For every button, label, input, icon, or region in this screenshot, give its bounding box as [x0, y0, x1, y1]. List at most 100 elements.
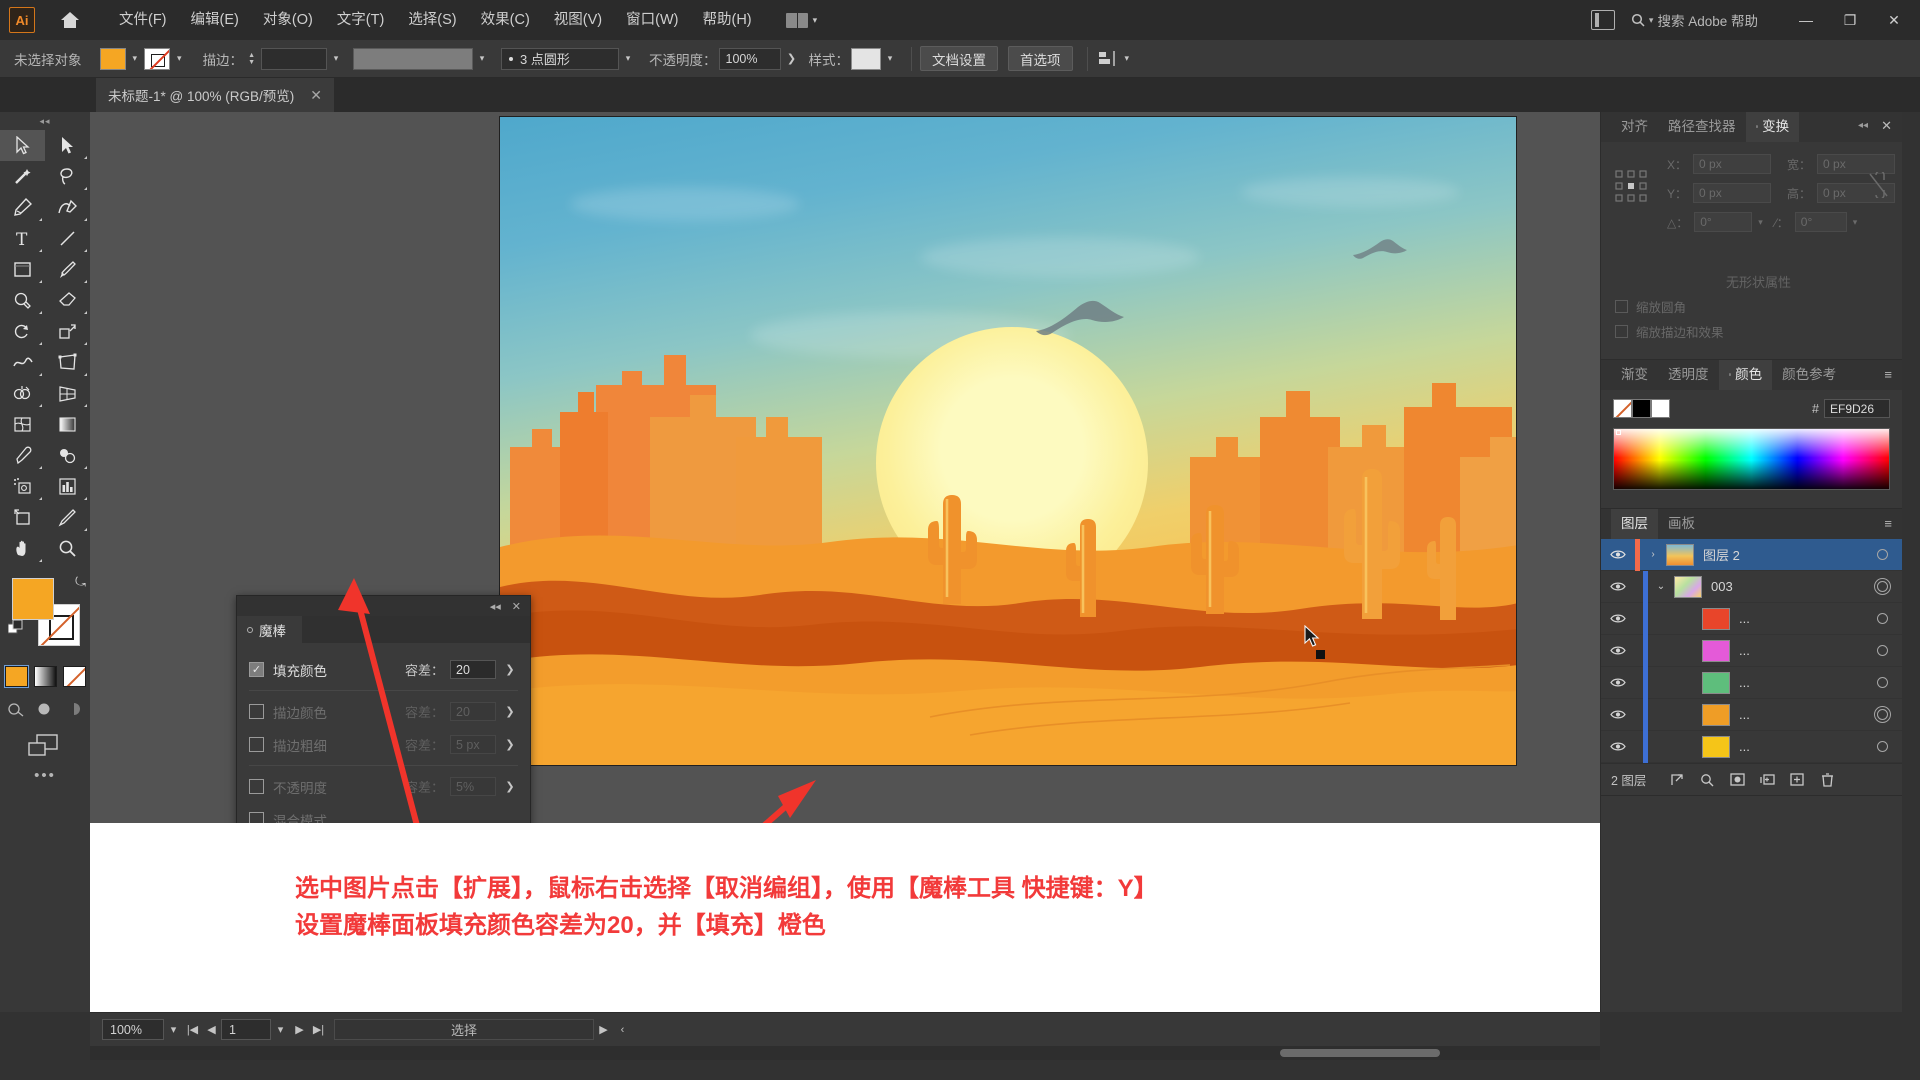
paintbrush-tool[interactable]: [45, 254, 90, 285]
mesh-tool[interactable]: [0, 409, 45, 440]
visibility-icon[interactable]: [1601, 677, 1635, 688]
new-layer-icon[interactable]: [1782, 766, 1812, 794]
scale-corners-option[interactable]: 缩放圆角: [1615, 297, 1902, 316]
tolerance-expand-icon[interactable]: ❯: [502, 660, 518, 679]
option-fill-color[interactable]: ✓ 填充颜色 容差： 20 ❯: [237, 653, 530, 686]
opacity-input[interactable]: 100%: [718, 47, 781, 70]
document-setup-button[interactable]: 文档设置: [920, 46, 998, 71]
curvature-tool[interactable]: [45, 192, 90, 223]
status-expand-icon[interactable]: ▶: [594, 1019, 613, 1040]
chevron-down-icon[interactable]: ▾: [133, 53, 138, 64]
rectangle-tool[interactable]: [0, 254, 45, 285]
layer-name[interactable]: 图层 2: [1703, 545, 1740, 564]
layer-row-4[interactable]: ...: [1601, 666, 1902, 699]
search-icon[interactable]: [1692, 766, 1722, 794]
menu-file[interactable]: 文件(F): [107, 0, 179, 40]
tab-layers[interactable]: 图层: [1611, 509, 1658, 539]
magic-wand-tab[interactable]: 魔棒: [237, 616, 302, 643]
minimize-button[interactable]: —: [1784, 0, 1828, 40]
make-mask-icon[interactable]: [1722, 766, 1752, 794]
option-stroke-weight[interactable]: 描边粗细 容差： 5 px ❯: [237, 728, 530, 761]
screen-mode-button[interactable]: [0, 732, 90, 762]
pen-tool[interactable]: [0, 192, 45, 223]
brush-definition[interactable]: 3 点圆形 ▾: [501, 47, 637, 70]
chevron-down-icon[interactable]: ▾: [619, 48, 637, 70]
preferences-button[interactable]: 首选项: [1008, 46, 1073, 71]
fill-swatch-group[interactable]: ▾ ▾: [99, 47, 189, 70]
stroke-weight-checkbox[interactable]: [249, 737, 264, 752]
chevron-down-icon[interactable]: ▾: [271, 1019, 290, 1040]
menu-type[interactable]: 文字(T): [325, 0, 397, 40]
symbol-sprayer-tool[interactable]: [0, 471, 45, 502]
gradient-tool[interactable]: [45, 409, 90, 440]
hex-input[interactable]: EF9D26: [1824, 399, 1890, 418]
target-indicator[interactable]: [1877, 677, 1888, 688]
lasso-tool[interactable]: [45, 161, 90, 192]
shear-input[interactable]: 0°: [1794, 212, 1847, 232]
panel-toggle-icon[interactable]: [1590, 10, 1615, 30]
chevron-down-icon[interactable]: ▾: [1125, 53, 1130, 64]
stroke-weight-value[interactable]: [261, 47, 327, 70]
align-options-icon[interactable]: [1096, 50, 1118, 68]
color-mode-button[interactable]: [3, 665, 29, 688]
panel-menu-icon[interactable]: ≡: [1884, 516, 1892, 531]
draw-normal-icon[interactable]: [6, 700, 27, 719]
toolbar-grip[interactable]: ◂◂: [0, 112, 90, 130]
close-button[interactable]: ✕: [1872, 0, 1916, 40]
target-indicator[interactable]: [1877, 581, 1888, 592]
tab-artboards[interactable]: 画板: [1658, 509, 1705, 539]
menu-view[interactable]: 视图(V): [542, 0, 614, 40]
layer-name[interactable]: ...: [1739, 675, 1750, 690]
graphic-style-picker[interactable]: ▾: [851, 47, 899, 70]
none-swatch[interactable]: [1613, 399, 1632, 418]
fill-color-checkbox[interactable]: ✓: [249, 662, 264, 677]
link-wh-icon[interactable]: [1868, 170, 1888, 201]
chevron-down-icon[interactable]: ▾: [1853, 217, 1858, 228]
layer-row-2[interactable]: ...: [1601, 602, 1902, 635]
layer-row-6[interactable]: ...: [1601, 730, 1902, 763]
menu-edit[interactable]: 编辑(E): [179, 0, 251, 40]
fill-color-swatch[interactable]: [99, 47, 126, 70]
opacity-expand-icon[interactable]: ❯: [781, 52, 803, 65]
width-profile-preview[interactable]: [353, 47, 473, 70]
style-preview[interactable]: [851, 47, 881, 70]
column-graph-tool[interactable]: [45, 471, 90, 502]
reference-point-selector[interactable]: [1615, 170, 1649, 204]
y-input[interactable]: 0 px: [1693, 183, 1772, 203]
target-indicator[interactable]: [1877, 741, 1888, 752]
opacity-checkbox[interactable]: [249, 779, 264, 794]
hex-field-group[interactable]: # EF9D26: [1812, 399, 1890, 418]
artboard-illustration[interactable]: [499, 116, 1517, 766]
scale-tool[interactable]: [45, 316, 90, 347]
layer-name[interactable]: ...: [1739, 739, 1750, 754]
tolerance-input[interactable]: 20: [450, 660, 496, 679]
stroke-stepper[interactable]: ▲ ▼: [248, 52, 255, 66]
close-icon[interactable]: ✕: [512, 600, 521, 613]
option-stroke-color[interactable]: 描边颜色 容差： 20 ❯: [237, 695, 530, 728]
default-fill-stroke-icon[interactable]: [7, 619, 24, 636]
eyedropper-tool[interactable]: [0, 440, 45, 471]
search-adobe-help[interactable]: ▾ 搜索 Adobe 帮助: [1631, 10, 1758, 30]
type-tool[interactable]: T: [0, 223, 45, 254]
stroke-color-checkbox[interactable]: [249, 704, 264, 719]
eraser-tool[interactable]: [45, 285, 90, 316]
scale-strokes-option[interactable]: 缩放描边和效果: [1615, 322, 1902, 341]
target-indicator[interactable]: [1877, 613, 1888, 624]
visibility-icon[interactable]: [1601, 709, 1635, 720]
expand-icon[interactable]: ›: [1640, 549, 1666, 560]
color-spectrum[interactable]: [1613, 428, 1890, 490]
free-transform-tool[interactable]: [45, 347, 90, 378]
black-swatch[interactable]: [1632, 399, 1651, 418]
fill-color-tolerance[interactable]: 容差： 20 ❯: [405, 660, 518, 679]
new-sublayer-icon[interactable]: [1752, 766, 1782, 794]
magic-wand-panel[interactable]: ◂◂ ✕ 魔棒 ✓ 填充颜色 容差： 20 ❯ 描边颜色 容差： 20 ❯ 描边…: [236, 595, 531, 834]
home-icon[interactable]: [57, 7, 83, 33]
line-segment-tool[interactable]: [45, 223, 90, 254]
chevron-down-icon[interactable]: ▾: [881, 48, 899, 70]
document-tab[interactable]: 未标题-1* @ 100% (RGB/预览) ✕: [96, 78, 334, 112]
delete-layer-icon[interactable]: [1812, 766, 1842, 794]
artboard-tool[interactable]: [0, 502, 45, 533]
current-tool-indicator[interactable]: 选择: [334, 1019, 594, 1040]
menu-help[interactable]: 帮助(H): [690, 0, 763, 40]
brush-preview[interactable]: 3 点圆形: [501, 47, 619, 70]
